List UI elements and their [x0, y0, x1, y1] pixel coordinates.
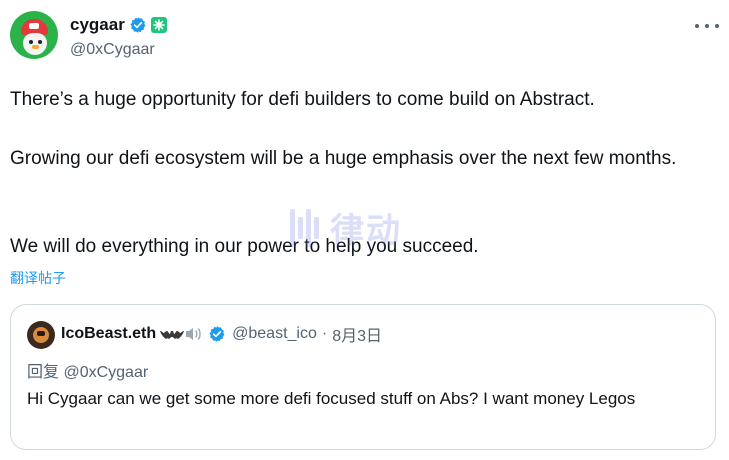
dot [715, 24, 719, 28]
author-display-name[interactable]: cygaar [70, 15, 125, 35]
author-name-row: cygaar [70, 14, 167, 36]
dot [705, 24, 709, 28]
bat-icon [160, 331, 185, 339]
quote-text: Hi Cygaar can we get some more defi focu… [27, 389, 636, 408]
tweet-paragraph: There’s a huge opportunity for defi buil… [10, 89, 595, 110]
quoted-tweet[interactable]: IcoBeast.eth @beast_ico · 8月3日 回复 @0xCyg… [10, 304, 716, 450]
dot [695, 24, 699, 28]
avatar-eye [29, 40, 33, 44]
reply-to-label[interactable]: 回复 @0xCygaar [27, 358, 148, 382]
speaker-icon [186, 328, 201, 340]
avatar-eye [38, 40, 42, 44]
tweet-paragraph: We will do everything in our power to he… [10, 236, 479, 257]
name-emoji [160, 326, 204, 342]
quote-date[interactable]: 8月3日 [332, 322, 382, 346]
translate-post-link[interactable]: 翻译帖子 [10, 268, 66, 288]
verified-badge-icon[interactable] [129, 16, 147, 34]
author-avatar[interactable] [10, 11, 58, 59]
more-options-icon[interactable] [695, 16, 719, 36]
tweet-paragraph: Growing our defi ecosystem will be a hug… [10, 148, 677, 169]
quote-author-avatar[interactable] [27, 321, 55, 349]
quote-author-handle[interactable]: @beast_ico [232, 325, 317, 343]
avatar-beak [32, 45, 39, 49]
separator-dot: · [321, 325, 328, 342]
author-handle[interactable]: @0xCygaar [70, 41, 155, 59]
avatar-cap-logo [29, 23, 39, 29]
quote-header: IcoBeast.eth @beast_ico · 8月3日 [61, 323, 382, 345]
avatar-face [23, 33, 47, 55]
avatar-feature [37, 331, 45, 336]
affiliate-badge-icon[interactable] [150, 17, 167, 33]
verified-badge-icon[interactable] [208, 325, 226, 343]
quote-author-name[interactable]: IcoBeast.eth [61, 325, 156, 343]
